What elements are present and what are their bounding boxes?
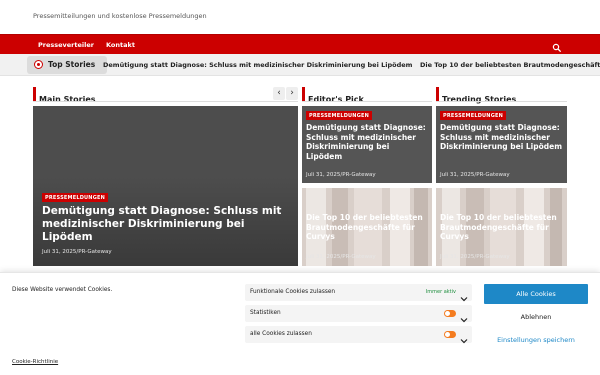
cookie-status: Immer aktiv: [425, 289, 456, 295]
page: Pressemitteilungen und kostenlose Presse…: [0, 0, 600, 375]
nav-item-presseverteiler[interactable]: Presseverteiler: [38, 41, 94, 49]
section-title: Trending Stories: [442, 95, 517, 104]
accept-all-cookies-button[interactable]: Alle Cookies: [484, 284, 588, 304]
section-title: Main Stories: [39, 95, 96, 104]
section-header-trending: Trending Stories: [436, 87, 517, 104]
card-title[interactable]: Demütigung statt Diagnose: Schluss mit m…: [440, 123, 563, 152]
card-meta: Juli 31, 2025/PR-Gateway: [306, 254, 376, 260]
toggle-switch[interactable]: [444, 331, 456, 338]
chevron-right-icon[interactable]: ›: [286, 87, 298, 100]
card-title[interactable]: Demütigung statt Diagnose: Schluss mit m…: [306, 123, 428, 161]
category-badge[interactable]: PRESSEMELDUNGEN: [440, 111, 506, 120]
divider: [302, 101, 432, 102]
search-icon[interactable]: [551, 39, 563, 52]
main-nav: Presseverteiler Kontakt: [0, 34, 600, 54]
chevron-down-icon[interactable]: [460, 309, 468, 323]
card-meta: Juli 31, 2025/PR-Gateway: [440, 254, 510, 260]
cookie-option-label: Statistiken: [250, 310, 281, 316]
main-story-meta: Juli 31, 2025/PR-Gateway: [42, 249, 112, 255]
section-header-editors-pick: Editor's Pick: [302, 87, 364, 104]
ticker-label: Top Stories: [48, 60, 96, 69]
chevron-down-icon[interactable]: [460, 330, 468, 344]
site-header: Pressemitteilungen und kostenlose Presse…: [0, 0, 600, 34]
card-meta: Juli 31, 2025/PR-Gateway: [306, 172, 376, 178]
cookie-option-label: Funktionale Cookies zulassen: [250, 289, 336, 295]
radio-dot-icon: [34, 60, 43, 69]
main-story-title[interactable]: Demütigung statt Diagnose: Schluss mit m…: [42, 205, 290, 244]
section-header-main: Main Stories: [33, 87, 96, 104]
category-badge[interactable]: PRESSEMELDUNGEN: [306, 111, 372, 120]
save-settings-button[interactable]: Einstellungen speichern: [484, 330, 588, 350]
ticker-item[interactable]: Die Top 10 der beliebtesten Brautmodenge…: [420, 61, 600, 69]
card-meta: Juli 31, 2025/PR-Gateway: [440, 172, 510, 178]
divider: [436, 101, 567, 102]
chevron-down-icon[interactable]: [460, 288, 468, 302]
section-title: Editor's Pick: [308, 95, 364, 104]
cookie-option-label: alle Cookies zulassen: [250, 331, 312, 337]
cookie-message: Diese Website verwendet Cookies.: [12, 287, 113, 293]
chevron-left-icon[interactable]: ‹: [273, 87, 285, 100]
nav-item-kontakt[interactable]: Kontakt: [106, 41, 135, 49]
cookie-option-statistics[interactable]: Statistiken: [245, 305, 472, 323]
cookie-option-all[interactable]: alle Cookies zulassen: [245, 326, 472, 344]
ticker-item[interactable]: Demütigung statt Diagnose: Schluss mit m…: [103, 61, 412, 69]
card-title[interactable]: Die Top 10 der beliebtesten Brautmodenge…: [440, 213, 563, 242]
category-badge[interactable]: PRESSEMELDUNGEN: [42, 193, 108, 202]
cookie-policy-link[interactable]: Cookie-Richtlinie: [12, 359, 58, 365]
reject-cookies-button[interactable]: Ablehnen: [484, 307, 588, 327]
site-tagline: Pressemitteilungen und kostenlose Presse…: [33, 12, 207, 20]
top-stories-ticker: Top Stories Demütigung statt Diagnose: S…: [0, 54, 600, 76]
card-title[interactable]: Die Top 10 der beliebtesten Brautmodenge…: [306, 213, 428, 242]
divider: [33, 101, 298, 102]
cookie-option-functional[interactable]: Funktionale Cookies zulassen Immer aktiv: [245, 284, 472, 302]
toggle-switch[interactable]: [444, 310, 456, 317]
